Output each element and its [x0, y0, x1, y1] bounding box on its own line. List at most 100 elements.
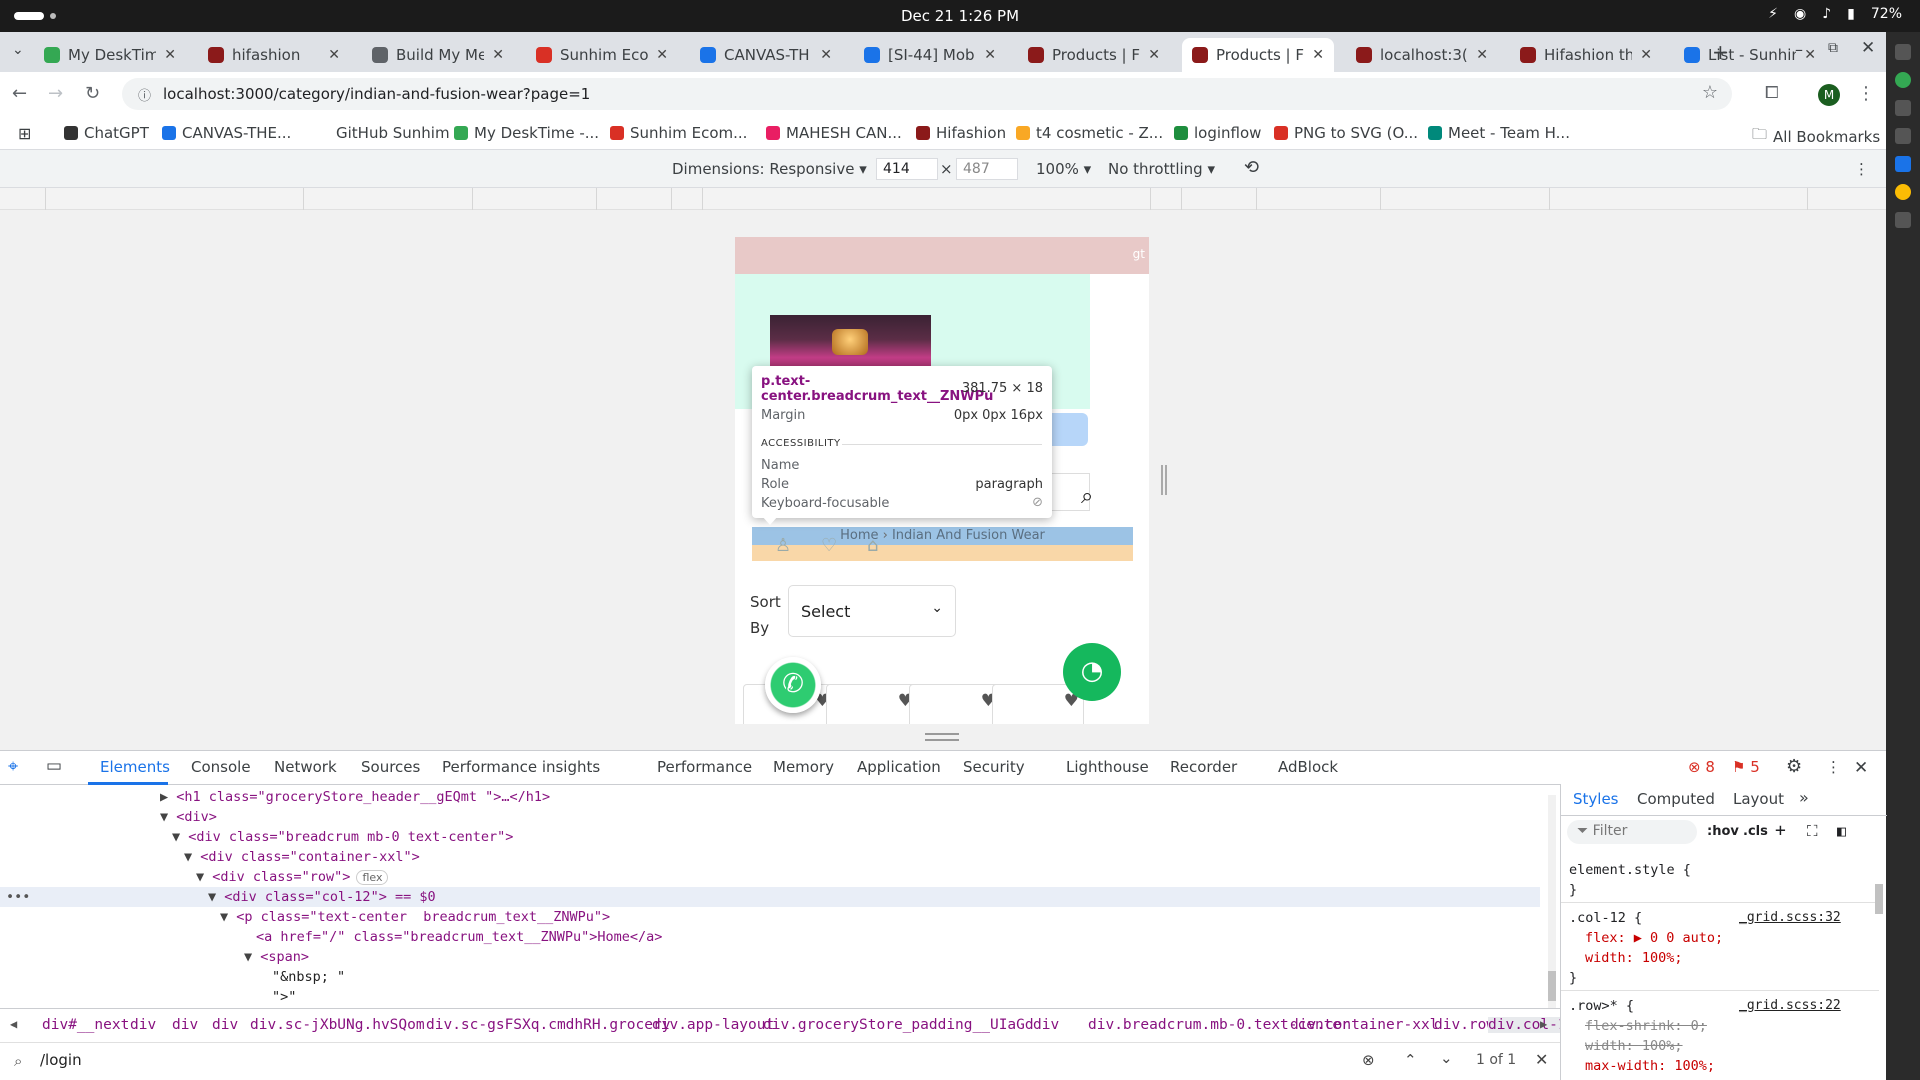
- devtools-tab[interactable]: Performance insights: [442, 758, 600, 776]
- more-tabs-icon[interactable]: »: [1799, 788, 1809, 807]
- dom-crumb[interactable]: div: [1033, 1017, 1059, 1033]
- error-count[interactable]: ⊗ 8: [1688, 758, 1715, 776]
- browser-tab[interactable]: hifashion ✕: [198, 38, 350, 72]
- dom-crumb[interactable]: div: [212, 1017, 238, 1033]
- devtools-tab[interactable]: Application: [857, 758, 941, 776]
- system-tray[interactable]: ⚡ ◉ ♪ ▮ 72%: [1768, 6, 1902, 22]
- cls-toggle[interactable]: .cls: [1743, 824, 1768, 839]
- clear-find-icon[interactable]: ⊗: [1362, 1051, 1375, 1069]
- bookmark-item[interactable]: MAHESH CAN...: [766, 124, 902, 142]
- crumbs-left-arrow[interactable]: ◀: [10, 1017, 17, 1031]
- viewport-side-handle[interactable]: [1161, 465, 1167, 495]
- row-prop-width[interactable]: width: 100%;: [1585, 1036, 1683, 1056]
- throttle-select[interactable]: No throttling ▾: [1108, 160, 1215, 178]
- dom-crumb[interactable]: div#__next: [42, 1017, 129, 1033]
- row-selector[interactable]: .row>* {: [1569, 996, 1634, 1016]
- bookmark-star-icon[interactable]: ☆: [1702, 82, 1718, 103]
- browser-tab[interactable]: Hifashion th ✕: [1510, 38, 1662, 72]
- dom-crumb[interactable]: div.container-xxl: [1290, 1017, 1438, 1033]
- address-bar[interactable]: ⓘ localhost:3000/category/indian-and-fus…: [122, 78, 1732, 110]
- crumbs-right-arrow[interactable]: ▶: [1540, 1017, 1547, 1031]
- sidebar-toggle-icon[interactable]: ◧: [1837, 822, 1846, 840]
- os-clock[interactable]: Dec 21 1:26 PM: [0, 7, 1920, 25]
- media-query-ruler[interactable]: [0, 188, 1886, 210]
- devtools-tab[interactable]: AdBlock: [1278, 758, 1338, 776]
- profile-avatar[interactable]: M: [1818, 84, 1840, 106]
- browser-tab[interactable]: localhost:3(✕: [1346, 38, 1498, 72]
- devtools-tab[interactable]: Console: [191, 758, 251, 776]
- dock-app-icon[interactable]: [1895, 44, 1911, 60]
- elements-scrollbar[interactable]: [1548, 795, 1556, 1015]
- row-prop-max-width[interactable]: max-width: 100%;: [1585, 1056, 1715, 1076]
- styles-filter-input[interactable]: ⏷ Filter: [1567, 820, 1697, 844]
- browser-tab[interactable]: List - Sunhin ✕: [1674, 38, 1826, 72]
- tab-search-icon[interactable]: ⌄: [12, 42, 24, 58]
- restore-icon[interactable]: ⧉: [1828, 40, 1838, 56]
- chat-bubble-icon[interactable]: ◔: [1063, 643, 1121, 701]
- dom-node-line[interactable]: ▼ <div class="container-xxl">: [0, 847, 1540, 867]
- tab-close-icon[interactable]: ✕: [984, 47, 996, 63]
- all-bookmarks-folder[interactable]: 🗀 All Bookmarks: [1752, 124, 1880, 149]
- expand-toggle-icon[interactable]: ▼: [184, 849, 200, 865]
- sort-select[interactable]: Select ⌄: [788, 585, 956, 637]
- site-info-icon[interactable]: ⓘ: [138, 85, 151, 104]
- new-tab-button[interactable]: +: [1712, 40, 1729, 64]
- find-prev-icon[interactable]: ⌃: [1404, 1051, 1417, 1069]
- find-next-icon[interactable]: ⌄: [1440, 1049, 1453, 1067]
- row-prop-padding-right[interactable]: padding-right: calc(var(: [1585, 1076, 1780, 1080]
- expand-toggle-icon[interactable]: ▼: [196, 869, 212, 885]
- dom-node-line[interactable]: ▶ <h1 class="groceryStore_header__gEQmt …: [0, 787, 1540, 807]
- back-icon[interactable]: ←: [12, 83, 27, 104]
- tab-close-icon[interactable]: ✕: [328, 47, 340, 63]
- expand-toggle-icon[interactable]: ▼: [244, 949, 260, 965]
- devtools-tab[interactable]: Memory: [773, 758, 834, 776]
- viewport-resize-handle[interactable]: [925, 733, 959, 741]
- reload-icon[interactable]: ↻: [85, 83, 100, 104]
- dom-node-line[interactable]: ▼ <div class="breadcrum mb-0 text-center…: [0, 827, 1540, 847]
- devtools-tab[interactable]: Network: [274, 758, 337, 776]
- tab-close-icon[interactable]: ✕: [1476, 47, 1488, 63]
- devtools-tab[interactable]: Lighthouse: [1066, 758, 1149, 776]
- tab-close-icon[interactable]: ✕: [1640, 47, 1652, 63]
- bookmark-item[interactable]: Hifashion: [916, 124, 1006, 142]
- close-window-icon[interactable]: ✕: [1861, 38, 1875, 58]
- search-icon[interactable]: ⌕: [1081, 484, 1093, 509]
- col12-selector[interactable]: .col-12 {: [1569, 908, 1642, 928]
- device-toggle-icon[interactable]: ▭: [46, 756, 62, 776]
- dom-node-line[interactable]: "&nbsp; ": [0, 967, 1540, 987]
- extensions-icon[interactable]: ⧠: [1765, 83, 1779, 103]
- bookmark-item[interactable]: ChatGPT: [64, 124, 149, 142]
- browser-tab[interactable]: Sunhim Eco ✕: [526, 38, 678, 72]
- devtools-tab[interactable]: Sources: [361, 758, 420, 776]
- minimize-icon[interactable]: –: [1795, 40, 1803, 59]
- hov-toggle[interactable]: :hov: [1707, 824, 1739, 839]
- close-find-icon[interactable]: ✕: [1535, 1050, 1548, 1069]
- dom-crumb[interactable]: div.sc-gsFSXq.cmdhRH.grocery: [426, 1017, 670, 1033]
- close-devtools-icon[interactable]: ✕: [1854, 758, 1868, 778]
- row-prop-flex-shrink[interactable]: flex-shrink: 0;: [1585, 1016, 1707, 1036]
- expand-toggle-icon[interactable]: ▼: [208, 889, 224, 905]
- flex-badge[interactable]: flex: [356, 870, 389, 885]
- breadcrumb-home-link[interactable]: Home: [840, 528, 878, 543]
- browser-tab[interactable]: Products | F ✕: [1182, 38, 1334, 72]
- tab-close-icon[interactable]: ✕: [164, 47, 176, 63]
- zoom-select[interactable]: 100% ▾: [1036, 160, 1091, 178]
- dom-node-line[interactable]: ▼ <span>: [0, 947, 1540, 967]
- dock-app-icon[interactable]: [1895, 72, 1911, 88]
- browser-tab[interactable]: My DeskTim ✕: [34, 38, 186, 72]
- element-style-rule[interactable]: element.style {: [1569, 860, 1691, 880]
- bookmark-item[interactable]: loginflow: [1174, 124, 1261, 142]
- whatsapp-icon[interactable]: ✆: [765, 657, 821, 713]
- vscode-icon[interactable]: [1895, 156, 1911, 172]
- bookmark-item[interactable]: My DeskTime -...: [454, 124, 599, 142]
- tab-layout[interactable]: Layout: [1733, 790, 1784, 808]
- bookmark-item[interactable]: PNG to SVG (O...: [1274, 124, 1418, 142]
- chrome-icon[interactable]: [1895, 184, 1911, 200]
- dimensions-select[interactable]: Dimensions: Responsive ▾: [672, 160, 867, 178]
- dom-node-line[interactable]: ▼ <div class="col-12"> == $0: [0, 887, 1540, 907]
- devtools-tab[interactable]: Security: [963, 758, 1025, 776]
- browser-menu-icon[interactable]: ⋮: [1857, 83, 1875, 104]
- browser-tab[interactable]: [SI-44] Mob ✕: [854, 38, 1006, 72]
- inspect-element-icon[interactable]: ⌖: [8, 756, 18, 777]
- devtools-tab[interactable]: Recorder: [1170, 758, 1237, 776]
